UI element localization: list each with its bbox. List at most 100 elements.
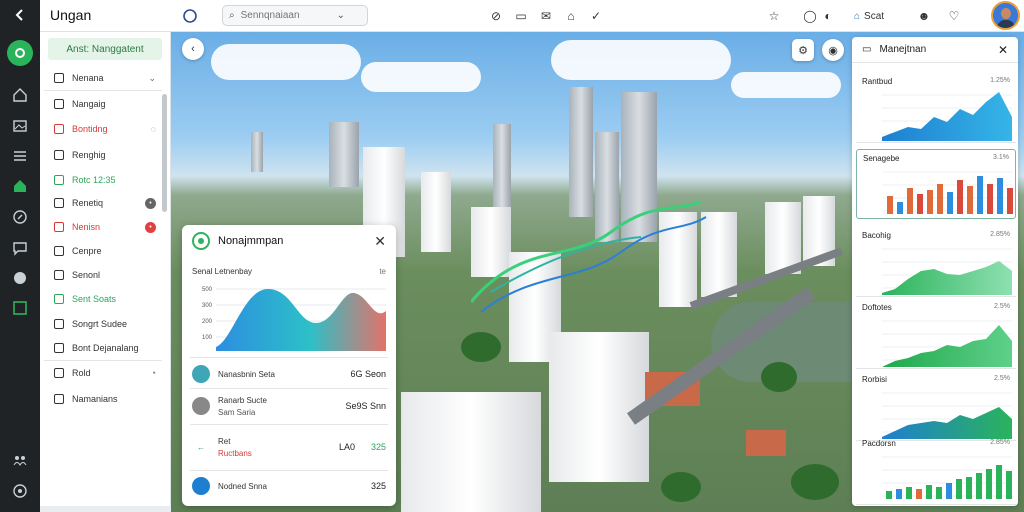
sidebar-item[interactable]: Senonl <box>44 264 162 286</box>
stat-row-label: Nodned Snna <box>218 481 267 491</box>
chat-icon[interactable] <box>8 237 32 259</box>
search-box[interactable]: ⌕ ⌄ <box>222 5 368 26</box>
metric-bar <box>916 489 922 499</box>
stat-row-sublabel: Ructbans <box>218 448 252 458</box>
message-icon[interactable]: ✉ <box>536 6 556 26</box>
sidebar-item[interactable]: Songrt Sudee <box>44 313 162 335</box>
metric-bar <box>987 184 993 214</box>
alert-icon[interactable] <box>8 267 32 289</box>
sidebar-item[interactable]: Nangaig <box>44 93 162 115</box>
check-icon[interactable]: ✓ <box>586 6 606 26</box>
stat-row-icon: ← <box>192 438 210 456</box>
star-icon[interactable]: ☆ <box>764 6 784 26</box>
metric-card[interactable]: Pacdorsn 2.85% <box>856 435 1016 505</box>
metric-bar <box>887 196 893 214</box>
sidebar-item-label: Senonl <box>72 270 101 280</box>
lock-icon[interactable]: ⌂ <box>561 6 581 26</box>
sidebar-item[interactable]: Sent Soats <box>44 288 162 310</box>
app-logo-icon[interactable] <box>7 40 33 66</box>
sidebar-item-icon <box>54 270 64 280</box>
chevron-down-icon[interactable]: ⌄ <box>337 10 345 21</box>
metric-card-value: 2.5% <box>994 303 1010 310</box>
scat-chip[interactable]: ⌂ Scat <box>854 6 884 26</box>
sidebar-item[interactable]: Namanians <box>44 388 162 410</box>
metric-bar <box>917 194 923 214</box>
sidebar-scrollbar[interactable] <box>162 94 167 212</box>
stat-row-value: 6G Seon <box>350 369 386 379</box>
metric-card-chart <box>882 456 1012 499</box>
sidebar-item-trail-icon[interactable]: ⌄ <box>148 73 156 84</box>
toggle-icon[interactable]: ◐ <box>818 6 838 26</box>
stat-row[interactable]: Ranarb Sucte Sam Saria Se9S Snn <box>188 391 390 421</box>
user-avatar[interactable] <box>991 1 1020 30</box>
sidebar-item[interactable]: Renghig <box>44 144 162 166</box>
sidebar-item[interactable]: Bontidng ◌ <box>44 118 162 140</box>
sidebar-item-icon <box>54 394 64 404</box>
stat-row[interactable]: Nanasbnin Seta 6G Seon <box>188 363 390 385</box>
layers-icon[interactable] <box>8 145 32 167</box>
stat-row[interactable]: ← Ret Ructbans LA0 325 <box>188 427 390 467</box>
app-rail <box>0 0 40 512</box>
home-icon[interactable] <box>8 84 32 106</box>
sidebar-item-trail-icon[interactable]: ◔ <box>151 368 156 378</box>
house-active-icon[interactable] <box>8 175 32 197</box>
heart-icon[interactable]: ♡ <box>944 6 964 26</box>
sidebar-header[interactable]: Anst: Nanggatent <box>48 38 162 60</box>
link-icon[interactable]: ⊘ <box>486 6 506 26</box>
metric-card-chart <box>882 248 1012 295</box>
community-icon[interactable] <box>8 449 32 471</box>
sidebar-item[interactable]: Rold ◔ <box>44 362 162 384</box>
metric-bar <box>936 487 942 499</box>
sidebar-item-label: Bont Dejanalang <box>72 343 139 353</box>
metric-card-value: 2.85% <box>990 439 1010 446</box>
sidebar-item-trail-icon[interactable]: ◌ <box>151 124 156 134</box>
sidebar-item-icon <box>54 124 64 134</box>
metric-card-value: 2.85% <box>990 231 1010 238</box>
sidebar-item[interactable]: Rotc 12:35 <box>44 169 162 191</box>
stat-row[interactable]: Nodned Snna 325 <box>188 475 390 497</box>
circle-logo-icon[interactable] <box>180 6 200 26</box>
robot-icon[interactable]: ☻ <box>914 6 934 26</box>
stat-row-value2: 325 <box>370 442 386 452</box>
stat-row-label: Nanasbnin Seta <box>218 369 275 379</box>
metric-card-title: Pacdorsn <box>862 439 896 448</box>
settings-icon[interactable] <box>8 480 32 502</box>
scene-settings-button[interactable]: ⚙ <box>792 39 814 61</box>
ytick-3: 100 <box>202 335 213 341</box>
metric-card[interactable]: Rorbisi 2.5% <box>856 371 1016 441</box>
image-icon[interactable] <box>8 115 32 137</box>
sidebar-item[interactable]: Cenpre <box>44 240 162 262</box>
metric-bar <box>896 489 902 499</box>
search-input[interactable] <box>240 10 331 21</box>
sidebar-item[interactable]: Renetiq • <box>44 192 162 214</box>
metric-card-title: Senagebe <box>863 154 900 163</box>
record-icon[interactable]: ◯ <box>800 6 820 26</box>
top-bar: Ungan ⌕ ⌄ ⊘ ▭ ✉ ⌂ ✓ ☆ ◯ ◐ ⌂ Scat ☻ ♡ <box>40 0 1024 32</box>
metric-area <box>882 261 1012 295</box>
sidebar-item[interactable]: Nenana ⌄ <box>44 67 162 89</box>
subtitle-right: te <box>379 267 386 276</box>
metric-card[interactable]: Rantbud 1.25% <box>856 73 1016 143</box>
sidebar-item[interactable]: Bont Dejanalang <box>44 337 162 359</box>
square-icon[interactable] <box>8 297 32 319</box>
sidebar-item[interactable]: Nenisn • <box>44 216 162 238</box>
sidebar: Anst: Nanggatent Nenana ⌄ Nangaig Bontidng ◌… <box>40 32 171 506</box>
scene-record-button[interactable]: ◉ <box>822 39 844 61</box>
close-icon[interactable]: ✕ <box>998 43 1008 57</box>
window-icon[interactable]: ▭ <box>511 6 531 26</box>
metric-card-title: Doftotes <box>862 303 892 312</box>
metric-card[interactable]: Bacohig 2.85% <box>856 227 1016 297</box>
stat-row-value: 325 <box>370 481 386 491</box>
scene-back-button[interactable]: ‹ <box>182 38 204 60</box>
metric-card[interactable]: Senagebe 3.1% <box>856 149 1016 219</box>
metric-card[interactable]: Doftotes 2.5% <box>856 299 1016 369</box>
sidebar-item-badge: • <box>145 197 156 209</box>
close-icon[interactable]: ✕ <box>374 233 386 250</box>
stat-row-label: Ret <box>218 436 231 446</box>
compass-icon[interactable] <box>8 206 32 228</box>
metric-bar <box>926 485 932 499</box>
metric-bar <box>906 487 912 499</box>
metric-bar <box>927 190 933 214</box>
ytick-2: 200 <box>202 319 213 325</box>
back-arrow-icon[interactable] <box>8 4 32 26</box>
